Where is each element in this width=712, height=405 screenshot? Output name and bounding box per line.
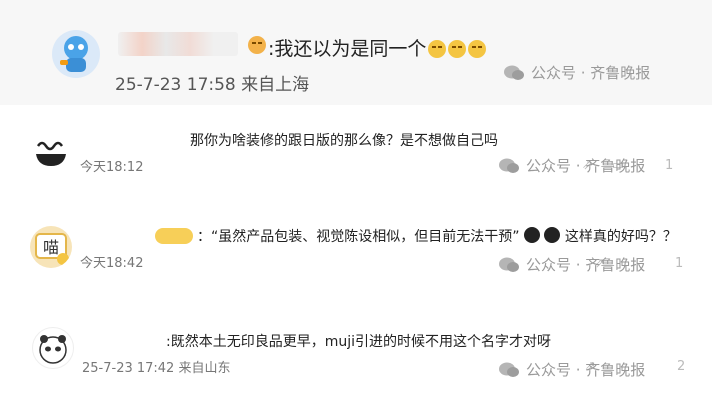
watermark: 公众号 · 齐鲁晚报 (503, 62, 650, 83)
avatar-1[interactable] (52, 30, 100, 78)
wechat-icon (499, 158, 519, 173)
comment-text-4: :既然本土无印良品更早，muji引进的时候不用这个名字才对呀 (166, 334, 552, 350)
comment-meta-1: 25-7-23 17:58 来自上海 (115, 75, 310, 95)
avatar-3[interactable]: 喵 (30, 226, 72, 268)
avatar-2[interactable] (30, 130, 72, 172)
svg-text:喵: 喵 (43, 238, 59, 257)
avatar-4[interactable] (32, 327, 74, 369)
gold-badge-icon (248, 36, 266, 54)
black-face-icon (544, 227, 561, 243)
comment-text-2: 那你为啥装修的跟日版的那么像？是不想做自己吗 (190, 133, 498, 149)
watermark: 公众号 · 齐鲁晚报 (498, 359, 645, 380)
emoji-icon (428, 40, 447, 58)
emoji-icon (448, 40, 467, 58)
watermark: 公众号 · 齐鲁晚报 (498, 155, 645, 176)
comment-meta-3: 今天18:42 (80, 256, 144, 271)
comment-meta-4: 25-7-23 17:42 来自山东 (82, 361, 231, 376)
emoji-icon (468, 40, 487, 58)
wechat-icon (504, 65, 524, 80)
watermark: 公众号 · 齐鲁晚报 (498, 254, 645, 275)
comment-text-3: ：“虽然产品包装、视觉陈设相似，但目前无法干预” 这样真的好吗？？ (197, 227, 677, 245)
comment-meta-2: 今天18:12 (80, 160, 144, 175)
comment-item-2: 那你为啥装修的跟日版的那么像？是不想做自己吗 今天18:12 ⇗ ▭ 1 公众号… (0, 118, 712, 198)
like-count[interactable]: 1 (675, 256, 683, 271)
black-face-icon (523, 227, 540, 243)
blurred-username (118, 32, 238, 56)
comment-item-4: :既然本土无印良品更早，muji引进的时候不用这个名字才对呀 25-7-23 1… (0, 315, 712, 405)
comment-item-1: :我还以为是同一个 25-7-23 17:58 来自上海 公众号 · 齐鲁晚报 (0, 0, 712, 105)
like-count[interactable]: 1 (665, 158, 673, 173)
wechat-icon (499, 257, 519, 272)
like-count[interactable]: 2 (677, 359, 685, 374)
vip-badge-icon (155, 228, 193, 244)
comment-text-1: :我还以为是同一个 (268, 34, 487, 61)
comment-item-3: 喵 ：“虽然产品包装、视觉陈设相似，但目前无法干预” 这样真的好吗？？ 今天18… (0, 212, 712, 292)
wechat-icon (499, 362, 519, 377)
